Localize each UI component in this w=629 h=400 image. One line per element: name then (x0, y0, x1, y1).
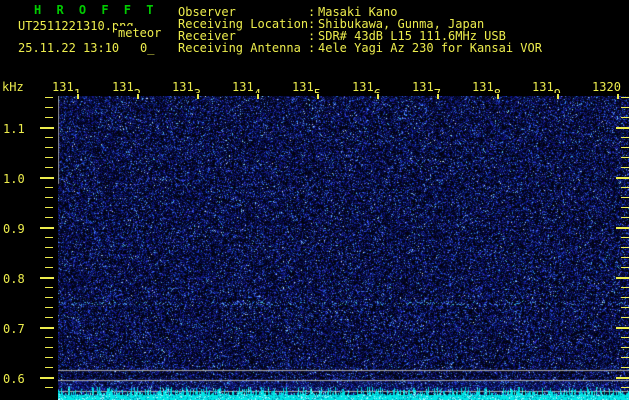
freq-label-0.9: 0.9 (3, 222, 25, 236)
info-value: 4ele Yagi Az 230 for Kansai VOR (318, 41, 542, 55)
app-title: H R O F F T (34, 3, 158, 17)
time-axis-ticks (77, 94, 621, 99)
time-label-1316: 1316 (352, 80, 381, 93)
freq-label-1.1: 1.1 (3, 122, 25, 136)
time-label-1318: 1318 (472, 80, 501, 93)
time-label-1311: 1311 (52, 80, 81, 93)
info-label: Receiving Antenna (178, 41, 301, 55)
info-separator: : (308, 41, 316, 55)
time-label-1313: 1313 (172, 80, 201, 93)
freq-axis-major-ticks-left (40, 127, 54, 380)
observation-name: meteor (117, 26, 163, 40)
time-label-1320: 1320 (592, 80, 621, 93)
freq-label-0.6: 0.6 (3, 372, 25, 386)
freq-axis-major-ticks-right (616, 127, 629, 380)
observation-datetime: 25.11.22 13:10 (18, 41, 120, 55)
echo-counter: 0_ (140, 41, 155, 55)
hrofft-screen: H R O F F T UT2511221310.png meteor 25.1… (0, 0, 629, 400)
info-row-antenna: Receiving Antenna:4ele Yagi Az 230 for K… (178, 42, 542, 54)
freq-label-0.7: 0.7 (3, 322, 25, 336)
freq-label-1.0: 1.0 (3, 172, 25, 186)
time-label-1317: 1317 (412, 80, 441, 93)
freq-label-0.8: 0.8 (3, 272, 25, 286)
time-label-1314: 1314 (232, 80, 261, 93)
spectrogram-canvas (58, 96, 629, 400)
time-label-1315: 1315 (292, 80, 321, 93)
station-info-block: Observer: Masaki Kano Receiving Location:… (178, 6, 542, 54)
time-label-1319: 1319 (532, 80, 561, 93)
y-axis-unit-label: kHz (2, 80, 24, 94)
time-label-1312: 1312 (112, 80, 141, 93)
